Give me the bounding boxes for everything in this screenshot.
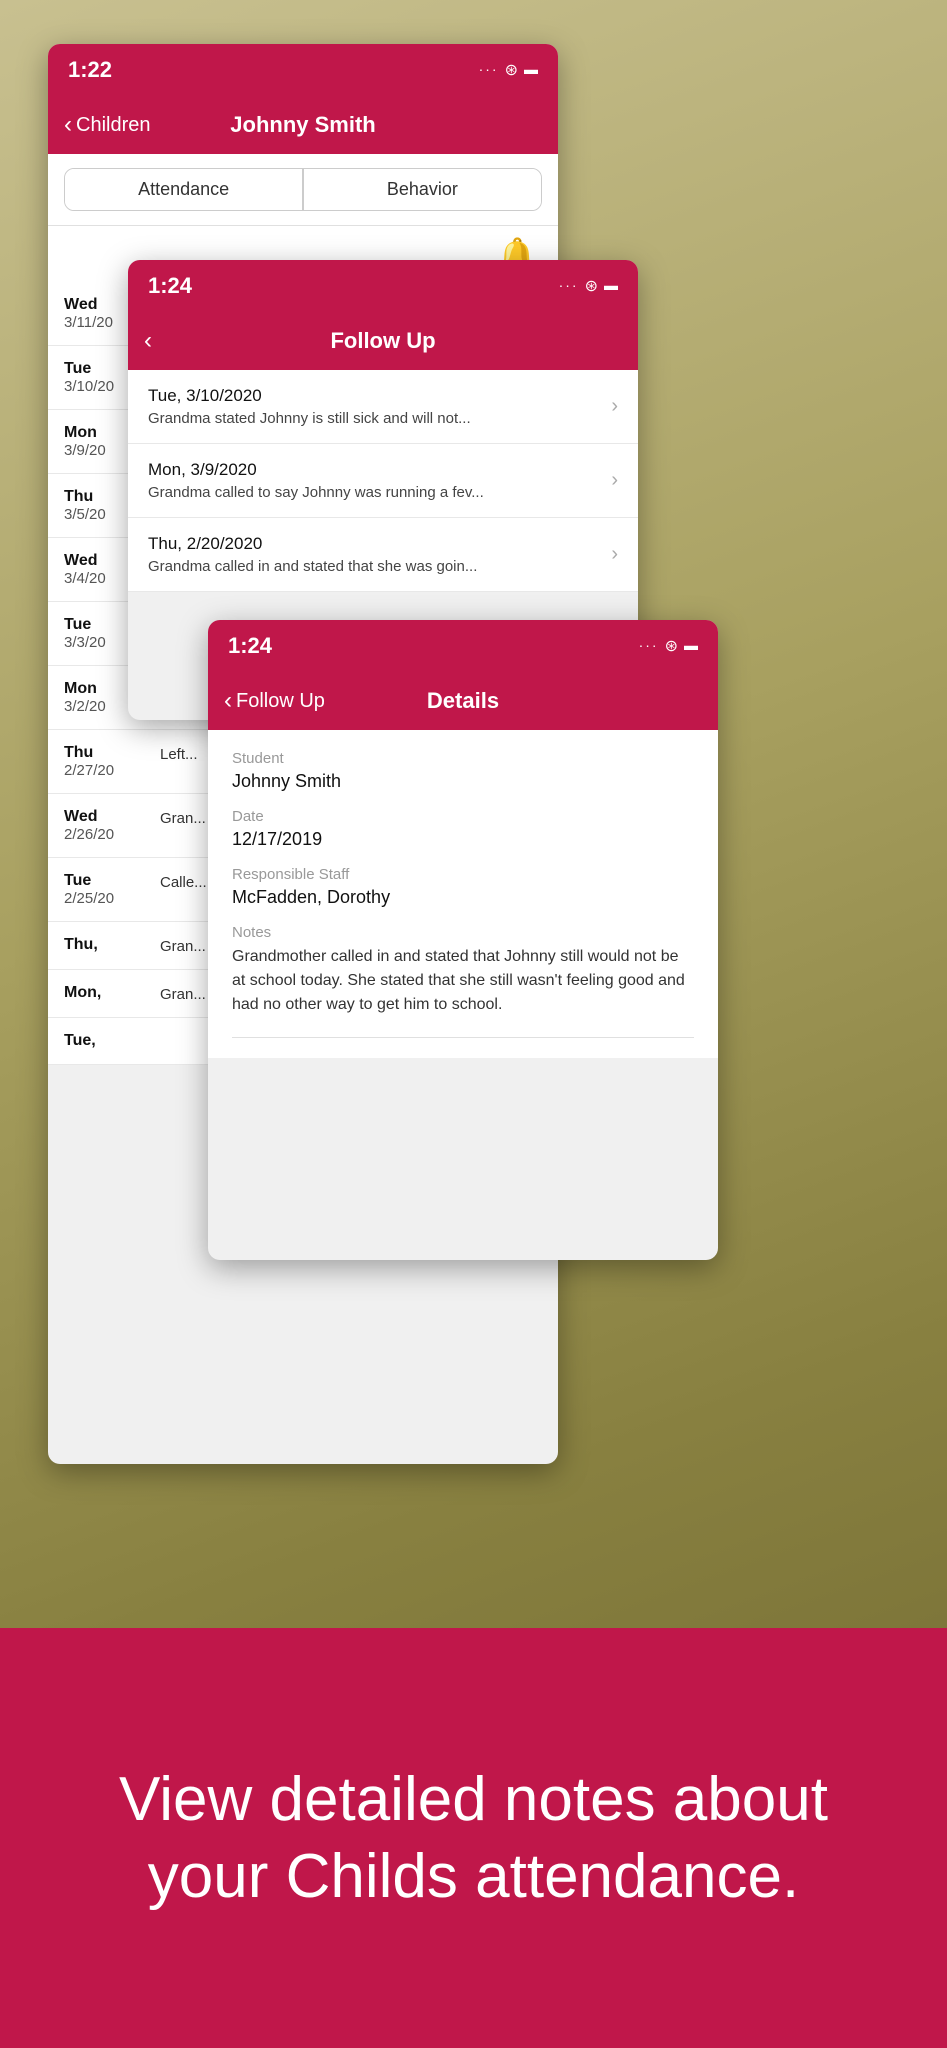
back-label-3: Follow Up [236,690,325,713]
battery-icon-3 [684,637,698,655]
back-arrow-1: ‹ [64,111,72,139]
date-label: Date [232,808,694,825]
chevron-right-icon-3: › [611,543,618,566]
notes-value: Grandmother called in and stated that Jo… [232,945,694,1017]
followup-content-2: Mon, 3/9/2020 Grandma called to say John… [148,460,484,501]
status-bar-2: 1:24 [128,260,638,312]
wifi-icon-3 [665,636,678,656]
screen-details: 1:24 ‹ Follow Up Details Student Johnny … [208,620,718,1260]
status-time-2: 1:24 [148,273,192,299]
page-title-1: Johnny Smith [230,112,375,138]
nav-bar-2: ‹ Follow Up [128,312,638,370]
details-body: Student Johnny Smith Date 12/17/2019 Res… [208,730,718,1058]
signal-icon-3 [639,637,659,655]
followup-date-2: Mon, 3/9/2020 [148,460,484,480]
row-day: Thu, [64,936,144,954]
followup-content-3: Thu, 2/20/2020 Grandma called in and sta… [148,534,477,575]
tab-behavior[interactable]: Behavior [304,169,541,210]
back-button-1[interactable]: ‹ Children [64,111,150,139]
signal-icon-1 [479,61,499,79]
status-bar-1: 1:22 [48,44,558,96]
row-day: Wed [64,808,144,826]
student-label: Student [232,750,694,767]
student-value: Johnny Smith [232,771,694,792]
status-icons-2 [559,276,618,296]
notes-label: Notes [232,924,694,941]
wifi-icon-1 [505,60,518,80]
status-time-1: 1:22 [68,57,112,83]
nav-bar-3: ‹ Follow Up Details [208,672,718,730]
row-date: 2/27/20 [64,762,144,779]
staff-label: Responsible Staff [232,866,694,883]
followup-item-3[interactable]: Thu, 2/20/2020 Grandma called in and sta… [128,518,638,592]
page-title-3: Details [427,688,499,714]
row-date: 2/25/20 [64,890,144,907]
row-day: Tue, [64,1032,144,1050]
followup-text-2: Grandma called to say Johnny was running… [148,484,484,501]
followup-text-1: Grandma stated Johnny is still sick and … [148,410,471,427]
chevron-right-icon-2: › [611,469,618,492]
status-time-3: 1:24 [228,633,272,659]
bottom-banner: View detailed notes about your Childs at… [0,1628,947,2048]
wifi-icon-2 [585,276,598,296]
tab-attendance[interactable]: Attendance [65,169,302,210]
followup-date-3: Thu, 2/20/2020 [148,534,477,554]
row-date: 2/26/20 [64,826,144,843]
detail-divider [232,1037,694,1038]
battery-icon-2 [604,277,618,295]
followup-item-2[interactable]: Mon, 3/9/2020 Grandma called to say John… [128,444,638,518]
followup-date-1: Tue, 3/10/2020 [148,386,471,406]
followup-text-3: Grandma called in and stated that she wa… [148,558,477,575]
status-icons-1 [479,60,538,80]
followup-item-1[interactable]: Tue, 3/10/2020 Grandma stated Johnny is … [128,370,638,444]
tab-group-1: Attendance Behavior [64,168,542,211]
row-day: Mon, [64,984,144,1002]
back-button-2[interactable]: ‹ [144,327,152,355]
staff-value: McFadden, Dorothy [232,887,694,908]
nav-bar-1: ‹ Children Johnny Smith [48,96,558,154]
followup-content-1: Tue, 3/10/2020 Grandma stated Johnny is … [148,386,471,427]
back-arrow-3: ‹ [224,687,232,715]
battery-icon-1 [524,61,538,79]
date-value: 12/17/2019 [232,829,694,850]
chevron-right-icon-1: › [611,395,618,418]
back-label-1: Children [76,114,150,137]
tab-bar-1: Attendance Behavior [48,154,558,226]
back-arrow-2: ‹ [144,327,152,355]
status-icons-3 [639,636,698,656]
signal-icon-2 [559,277,579,295]
followup-list: Tue, 3/10/2020 Grandma stated Johnny is … [128,370,638,592]
row-day: Tue [64,872,144,890]
page-title-2: Follow Up [330,328,435,354]
banner-text: View detailed notes about your Childs at… [60,1761,887,1916]
status-bar-3: 1:24 [208,620,718,672]
row-day: Thu [64,744,144,762]
back-button-3[interactable]: ‹ Follow Up [224,687,325,715]
